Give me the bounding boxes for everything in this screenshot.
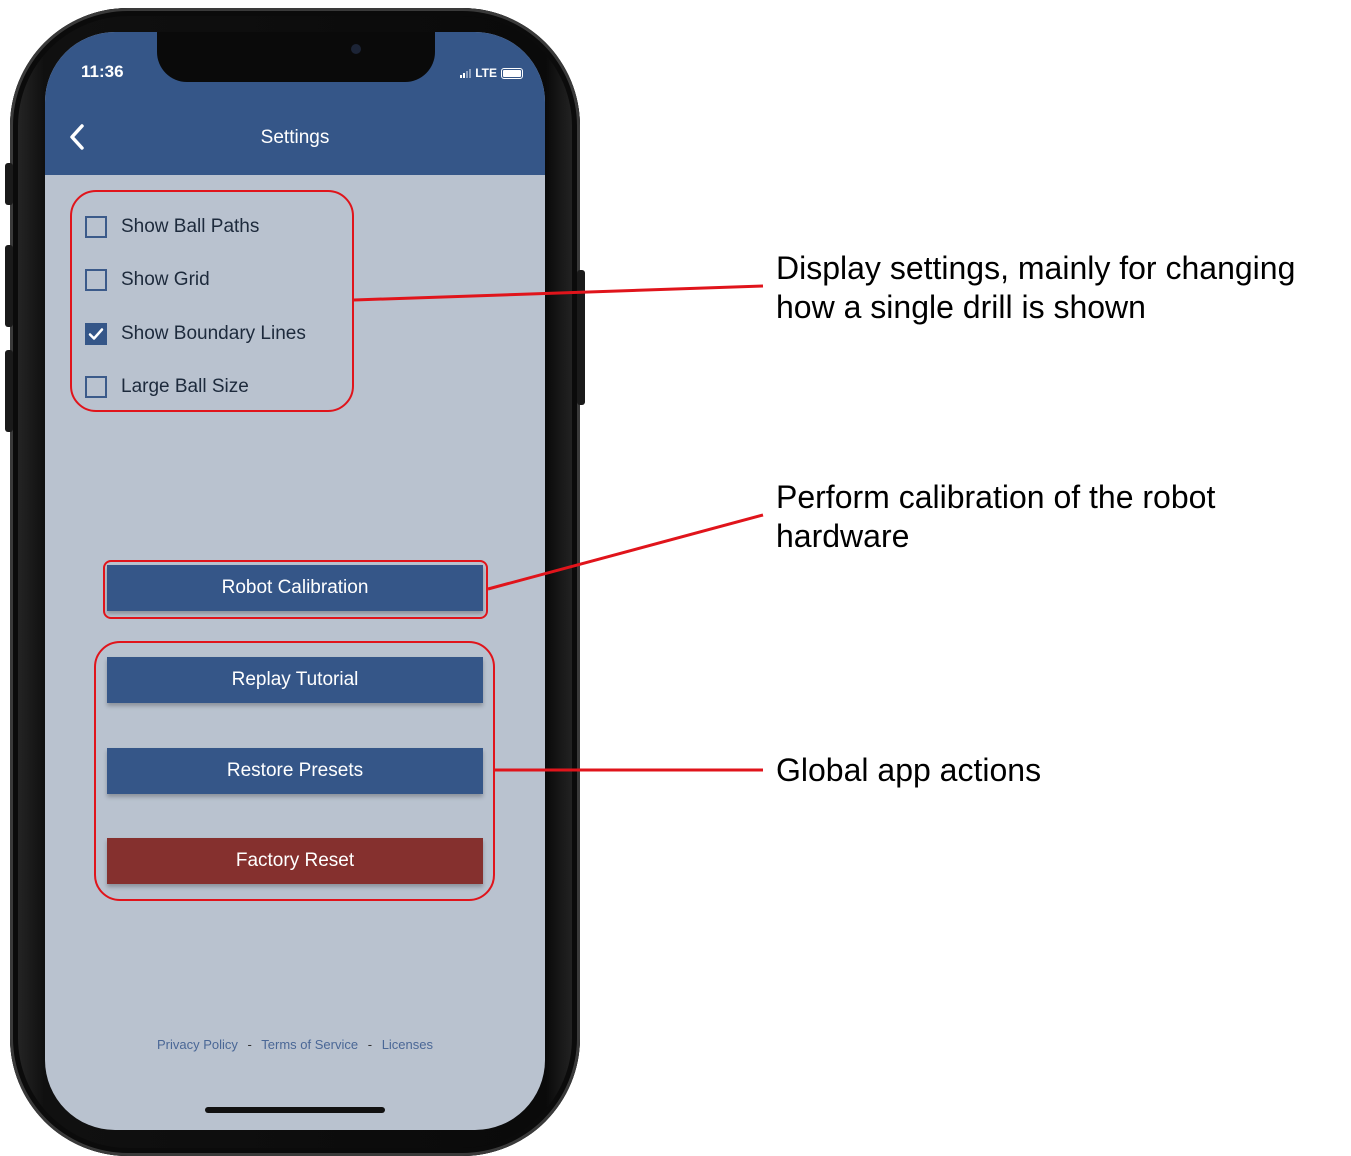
- annotation-line-calibration: [487, 513, 764, 591]
- annotation-display-settings: Display settings, mainly for changing ho…: [776, 250, 1296, 325]
- annotation-lines: [353, 284, 764, 772]
- annotation-global-actions: Global app actions: [776, 752, 1042, 788]
- annotation-line-display: [353, 284, 764, 302]
- annotation-calibration: Perform calibration of the robot hardwar…: [776, 479, 1216, 554]
